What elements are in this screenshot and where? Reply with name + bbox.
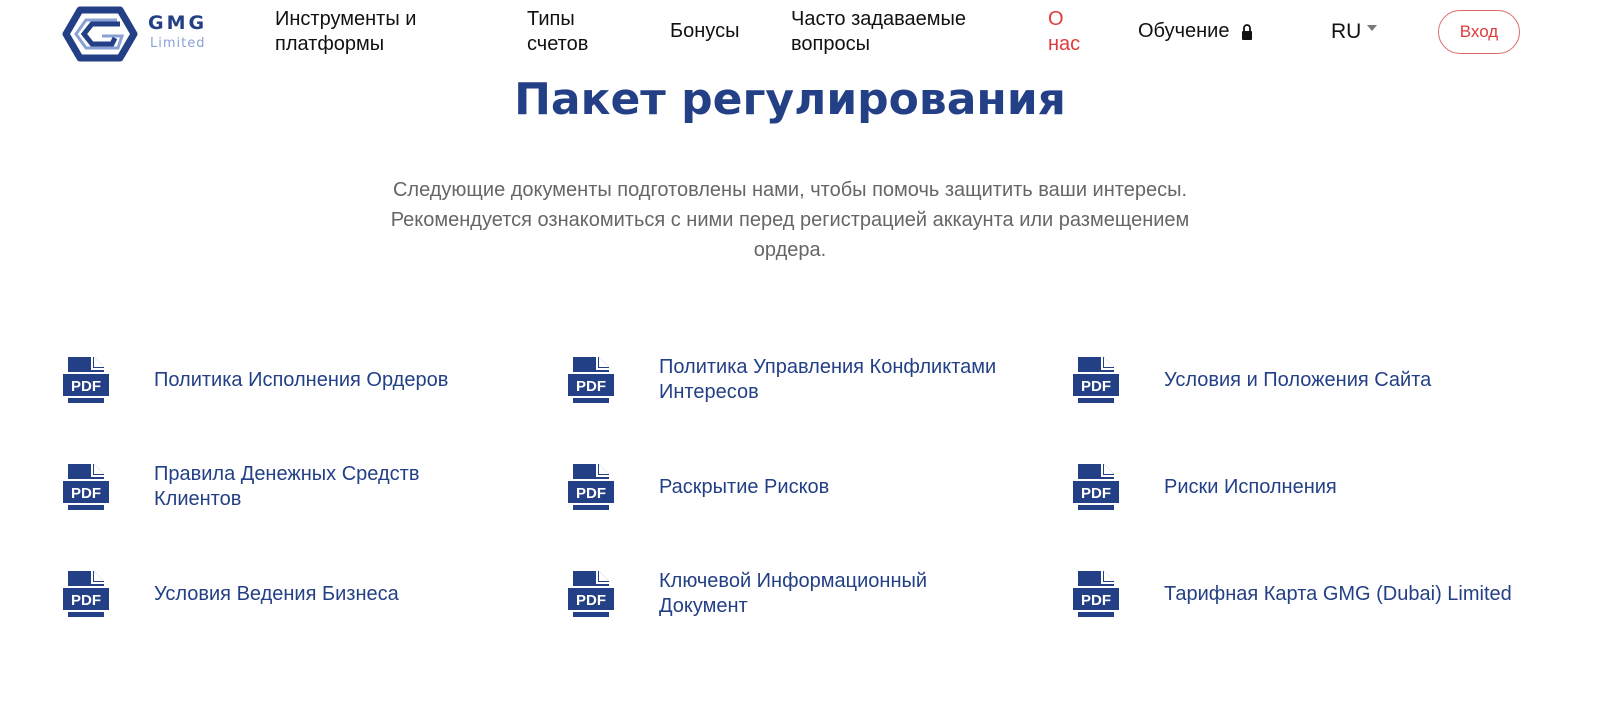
document-label: Политика Управления Конфликтами Интересо… [659,356,997,403]
page-title: Пакет регулирования [514,74,1066,125]
pdf-badge-text: PDF [1081,592,1111,609]
pdf-icon: PDF [567,357,615,403]
document-link[interactable]: PDF Риски Исполнения [1072,462,1337,512]
document-link[interactable]: PDF Политика Исполнения Ордеров [62,355,448,405]
document-link[interactable]: PDF Правила Денежных Средств Клиентов [62,462,454,512]
chevron-down-icon [1367,25,1378,32]
site-header: GMG Limited Инструменты и платформы Типы… [0,0,1600,72]
pdf-icon: PDF [567,464,615,510]
nav-bonuses[interactable]: Бонусы [670,19,739,44]
logo-main-text: GMG [148,12,208,34]
document-link[interactable]: PDF Политика Управления Конфликтами Инте… [567,355,1019,405]
document-link[interactable]: PDF Условия Ведения Бизнеса [62,569,399,619]
document-label: Раскрытие Рисков [659,475,830,498]
document-label: Политика Исполнения Ордеров [154,368,449,391]
lock-icon [1242,23,1253,40]
document-label: Тарифная Карта GMG (Dubai) Limited [1164,582,1512,605]
language-selector[interactable]: RU [1331,19,1378,44]
document-label: Риски Исполнения [1164,475,1337,498]
pdf-icon: PDF [567,571,615,617]
login-button[interactable]: Вход [1438,10,1520,54]
nav-education-label: Обучение [1138,20,1230,42]
pdf-icon: PDF [62,464,110,510]
pdf-icon: PDF [62,357,110,403]
pdf-icon: PDF [62,571,110,617]
document-link[interactable]: PDF Раскрытие Рисков [567,462,829,512]
pdf-badge-text: PDF [576,378,606,395]
nav-education[interactable]: Обучение [1138,19,1253,44]
intro-text: Следующие документы подготовлены нами, ч… [390,179,1190,261]
pdf-badge-text: PDF [576,592,606,609]
pdf-badge-text: PDF [71,378,101,395]
nav-about-us[interactable]: О нас [1048,7,1098,57]
nav-faq[interactable]: Часто задаваемые вопросы [791,7,1011,57]
pdf-icon: PDF [1072,357,1120,403]
nav-tools-platforms[interactable]: Инструменты и платформы [275,7,475,57]
pdf-badge-text: PDF [71,592,101,609]
pdf-icon: PDF [1072,571,1120,617]
pdf-icon: PDF [1072,464,1120,510]
document-label: Условия Ведения Бизнеса [154,582,399,605]
document-label: Правила Денежных Средств Клиентов [154,463,420,510]
document-label: Условия и Положения Сайта [1164,368,1432,391]
pdf-badge-text: PDF [1081,378,1111,395]
nav-account-types[interactable]: Типы счетов [527,7,627,57]
logo-sub-text: Limited [150,36,206,51]
pdf-badge-text: PDF [71,485,101,502]
pdf-badge-text: PDF [1081,485,1111,502]
pdf-badge-text: PDF [576,485,606,502]
document-link[interactable]: PDF Ключевой Информационный Документ [567,569,959,619]
document-label: Ключевой Информационный Документ [659,570,928,617]
document-link[interactable]: PDF Условия и Положения Сайта [1072,355,1431,405]
language-label: RU [1331,20,1362,43]
document-link[interactable]: PDF Тарифная Карта GMG (Dubai) Limited [1072,569,1512,619]
